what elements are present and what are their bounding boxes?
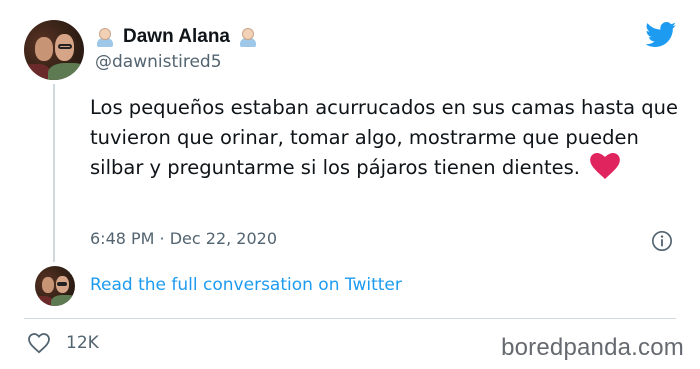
- divider: [24, 318, 676, 319]
- conversation-avatar[interactable]: [35, 266, 75, 306]
- read-conversation-link[interactable]: Read the full conversation on Twitter: [90, 275, 402, 295]
- like-heart-icon[interactable]: [27, 332, 51, 354]
- tweet-text: Los pequeños estaban acurrucados en sus …: [90, 93, 680, 183]
- twitter-bird-icon[interactable]: [645, 22, 677, 48]
- author-name-row[interactable]: Dawn Alana: [95, 24, 258, 50]
- author-avatar[interactable]: [24, 20, 84, 80]
- author-handle[interactable]: @dawnistired5: [95, 52, 222, 72]
- tweet-timestamp[interactable]: 6:48 PM · Dec 22, 2020: [90, 229, 277, 248]
- red-heart-icon: [590, 153, 621, 179]
- person-emoji-icon: [238, 26, 258, 48]
- author-display-name[interactable]: Dawn Alana: [123, 26, 230, 48]
- boredpanda-watermark: boredpanda.com: [501, 334, 684, 361]
- person-emoji-icon: [95, 26, 115, 48]
- like-count: 12K: [66, 333, 99, 353]
- thread-line: [53, 84, 55, 262]
- info-icon[interactable]: [651, 230, 673, 252]
